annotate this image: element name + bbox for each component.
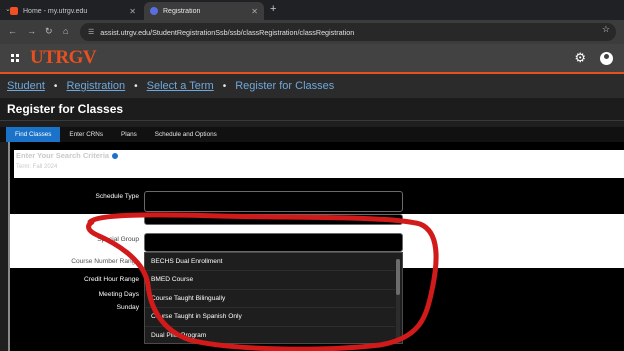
schedule-type-label: Schedule Type (95, 193, 139, 200)
back-icon[interactable]: ← (8, 26, 17, 36)
special-group-input[interactable] (144, 233, 403, 252)
bookmark-star-icon[interactable]: ☆ (602, 24, 610, 35)
attribute-input[interactable] (144, 214, 403, 225)
site-info-icon[interactable]: ☰ (88, 28, 94, 36)
breadcrumb-registration[interactable]: Registration (66, 80, 125, 92)
home-icon[interactable]: ⌂ (63, 26, 68, 36)
breadcrumb-separator: • (134, 80, 138, 92)
special-group-dropdown[interactable]: BECHS Dual Enrollment BMED Course Course… (144, 252, 403, 344)
tab-find-classes[interactable]: Find Classes (6, 127, 61, 142)
dropdown-option[interactable]: BMED Course (145, 271, 395, 290)
breadcrumb-separator: • (53, 80, 58, 92)
dropdown-scrollbar[interactable] (396, 259, 400, 339)
new-tab-icon[interactable]: + (270, 3, 276, 15)
breadcrumb-select-term[interactable]: Select a Term (147, 80, 214, 92)
tab-enter-crns[interactable]: Enter CRNs (60, 127, 112, 142)
course-number-range-label: Course Number Range (71, 258, 139, 265)
breadcrumb-current: Register for Classes (235, 80, 335, 92)
url-field[interactable]: ☰ assist.utrgv.edu/StudentRegistrationSs… (80, 23, 616, 41)
utrgv-favicon-icon (10, 7, 18, 15)
user-avatar-icon[interactable] (600, 52, 613, 65)
special-group-label: Special Group (97, 236, 139, 243)
term-label: Term: Fall 2024 (16, 164, 58, 170)
close-tab-icon[interactable]: ✕ (251, 7, 258, 16)
browser-tab-label: Registration (163, 7, 201, 15)
browser-tab-label: Home - my.utrgv.edu (23, 7, 88, 15)
dropdown-option[interactable]: BECHS Dual Enrollment (145, 253, 395, 272)
tab-schedule-options[interactable]: Schedule and Options (146, 127, 226, 142)
forward-icon[interactable]: → (27, 26, 36, 36)
info-icon[interactable] (112, 153, 119, 160)
browser-tab-strip: ⌄ Home - my.utrgv.edu ✕ Registration ✕ + (0, 0, 624, 20)
page-title: Register for Classes (0, 98, 624, 121)
registration-tabs: Find Classes Enter CRNs Plans Schedule a… (0, 127, 624, 142)
browser-tab-home[interactable]: Home - my.utrgv.edu ✕ (4, 2, 142, 20)
browser-tab-registration[interactable]: Registration ✕ (144, 2, 264, 20)
tab-plans[interactable]: Plans (112, 127, 146, 142)
app-header: UTRGV ⚙ (0, 44, 624, 72)
schedule-type-input[interactable] (144, 191, 403, 212)
url-text: assist.utrgv.edu/StudentRegistrationSsb/… (100, 27, 355, 37)
gear-icon[interactable]: ⚙ (574, 50, 586, 66)
dropdown-option[interactable]: Course Taught in Spanish Only (145, 308, 395, 327)
utrgv-logo: UTRGV (30, 47, 97, 68)
breadcrumb-separator: • (222, 80, 227, 92)
app-menu-icon[interactable] (11, 54, 19, 62)
search-criteria-header: Enter Your Search Criteria Term: Fall 20… (14, 150, 624, 178)
registration-favicon-icon (150, 7, 158, 15)
breadcrumb-student[interactable]: Student (7, 80, 45, 92)
dropdown-option[interactable]: Course Taught Bilingually (145, 290, 395, 309)
breadcrumb: Student • Registration • Select a Term •… (0, 74, 624, 98)
reload-icon[interactable]: ↻ (45, 26, 53, 37)
search-criteria-heading: Enter Your Search Criteria (16, 151, 119, 160)
meeting-days-label: Meeting Days (98, 291, 139, 298)
address-bar-row: ← → ↻ ⌂ ☰ assist.utrgv.edu/StudentRegist… (0, 20, 624, 44)
sunday-label: Sunday (116, 304, 139, 311)
credit-hour-range-label: Credit Hour Range (84, 276, 139, 283)
close-tab-icon[interactable]: ✕ (129, 7, 136, 16)
dropdown-option[interactable]: Dual Pilot Program (145, 327, 395, 343)
